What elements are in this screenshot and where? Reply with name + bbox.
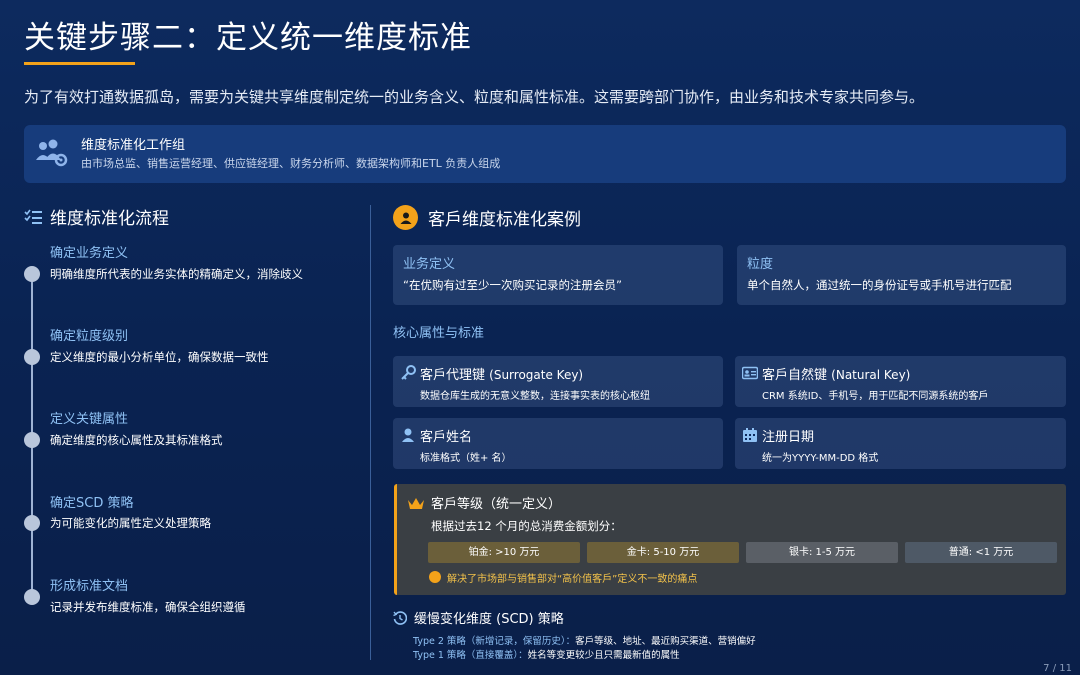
grain-text: 单个自然人，通过统一的身份证号或手机号进行匹配 <box>747 278 1012 292</box>
attr-title: 客戶代理键 (Surrogate Key) <box>420 364 583 383</box>
list-check-icon <box>24 209 42 224</box>
step-dot <box>24 515 40 531</box>
attr-card: 客戶自然键 (Natural Key) CRM 系统ID、手机号，用于匹配不同源… <box>735 356 1066 407</box>
level-title: 客戶等级（统一定义） <box>431 497 562 512</box>
attr-title-zh: 客戶代理键 <box>420 368 486 383</box>
attr-title-zh: 客戶自然键 <box>762 368 828 383</box>
core-attrs-label: 核心属性与标准 <box>393 326 485 341</box>
step-desc: 为可能变化的属性定义处理策略 <box>50 516 211 530</box>
case-header: 客戶维度标准化案例 <box>393 205 581 230</box>
check-circle-icon <box>429 571 441 583</box>
step-title: 确定粒度级别 <box>50 329 129 344</box>
users-gear-icon <box>36 139 68 167</box>
step-dot <box>24 589 40 605</box>
workgroup-desc: 由市场总监、销售运营经理、供应链经理、财务分析师、数据架构师和ETL 负责人组成 <box>81 157 501 170</box>
attr-title-en: (Surrogate Key) <box>489 368 584 382</box>
key-icon <box>401 365 416 380</box>
step-desc: 定义维度的最小分析单位，确保数据一致性 <box>50 350 269 364</box>
attr-desc: 统一为YYYY-MM-DD 格式 <box>762 453 879 464</box>
scd-type: Type 1 策略（直接覆盖）： <box>413 650 528 661</box>
intro-text: 为了有效打通数据孤岛，需要为关键共享维度制定统一的业务含义、粒度和属性标准。这需… <box>24 88 925 106</box>
calendar-icon <box>743 428 757 442</box>
step-title: 形成标准文档 <box>50 579 129 594</box>
workgroup-banner: 维度标准化工作组 由市场总监、销售运营经理、供应链经理、财务分析师、数据架构师和… <box>24 125 1066 183</box>
attr-card: 客戶代理键 (Surrogate Key) 数据仓库生成的无意义整数，连接事实表… <box>393 356 723 407</box>
attr-card: 注册日期 统一为YYYY-MM-DD 格式 <box>735 418 1066 469</box>
attr-card: 客戶姓名 标准格式（姓+ 名） <box>393 418 723 469</box>
attr-title: 客戶姓名 <box>420 430 473 445</box>
scd-header: 缓慢变化维度 (SCD) 策略 <box>393 608 564 627</box>
step-desc: 确定维度的核心属性及其标准格式 <box>50 433 223 447</box>
customer-level-card: 客戶等级（统一定义） 根据过去12 个月的总消费金额划分： 铂金: >10 万元… <box>394 484 1066 595</box>
column-divider <box>370 205 371 660</box>
step-desc: 记录并发布维度标准，确保全组织遵循 <box>50 600 246 614</box>
attr-desc: CRM 系统ID、手机号，用于匹配不同源系统的客戶 <box>762 391 989 402</box>
user-circle-icon <box>393 205 418 230</box>
grain-card: 粒度 单个自然人，通过统一的身份证号或手机号进行匹配 <box>737 245 1066 305</box>
crown-icon <box>408 498 424 509</box>
step-title: 确定业务定义 <box>50 246 129 261</box>
scd-line: Type 1 策略（直接覆盖）：姓名等变更较少且只需最新值的属性 <box>413 647 680 661</box>
user-icon <box>402 428 414 442</box>
step-dot <box>24 432 40 448</box>
attr-desc: 标准格式（姓+ 名） <box>420 453 512 464</box>
level-note: 解决了市场部与销售部对“高价值客戶”定义不一致的痛点 <box>447 574 698 585</box>
level-subtitle: 根据过去12 个月的总消费金额划分： <box>431 519 622 533</box>
title-underline <box>24 62 135 65</box>
business-def-text: “在优购有过至少一次购买记录的注册会员” <box>403 278 622 292</box>
tier-silver: 银卡: 1-5 万元 <box>746 542 898 563</box>
scd-line: Type 2 策略（新增记录，保留历史）：客戶等级、地址、最近购买渠道、营销偏好 <box>413 633 756 647</box>
grain-label: 粒度 <box>747 257 774 272</box>
workgroup-title: 维度标准化工作组 <box>81 138 186 153</box>
tier-gold: 金卡: 5-10 万元 <box>587 542 739 563</box>
attr-desc: 数据仓库生成的无意义整数，连接事实表的核心枢纽 <box>420 391 650 402</box>
id-card-icon <box>742 366 758 380</box>
step-dot <box>24 349 40 365</box>
tier-normal: 普通: <1 万元 <box>905 542 1057 563</box>
step-desc: 明确维度所代表的业务实体的精确定义，消除歧义 <box>50 267 303 281</box>
step-title: 定义关键属性 <box>50 412 129 427</box>
flow-title: 维度标准化流程 <box>50 209 169 229</box>
case-title: 客戶维度标准化案例 <box>428 210 581 230</box>
attr-title: 客戶自然键 (Natural Key) <box>762 364 910 383</box>
attr-title: 注册日期 <box>762 430 815 445</box>
business-def-label: 业务定义 <box>403 257 456 272</box>
scd-title: 缓慢变化维度 (SCD) 策略 <box>414 612 564 627</box>
business-def-card: 业务定义 “在优购有过至少一次购买记录的注册会员” <box>393 245 723 305</box>
attr-title-en: (Natural Key) <box>831 368 911 382</box>
page-title: 关键步骤二：定义统一维度标准 <box>24 20 472 56</box>
flow-header: 维度标准化流程 <box>24 204 169 229</box>
page-number: 7 / 11 <box>1043 663 1072 674</box>
scd-type: Type 2 策略（新增记录，保留历史）： <box>413 636 576 647</box>
scd-value: 客戶等级、地址、最近购买渠道、营销偏好 <box>575 636 756 647</box>
step-title: 确定SCD 策略 <box>50 496 134 511</box>
tier-platinum: 铂金: >10 万元 <box>428 542 580 563</box>
history-icon <box>393 610 407 625</box>
scd-value: 姓名等变更较少且只需最新值的属性 <box>527 650 680 661</box>
step-dot <box>24 266 40 282</box>
